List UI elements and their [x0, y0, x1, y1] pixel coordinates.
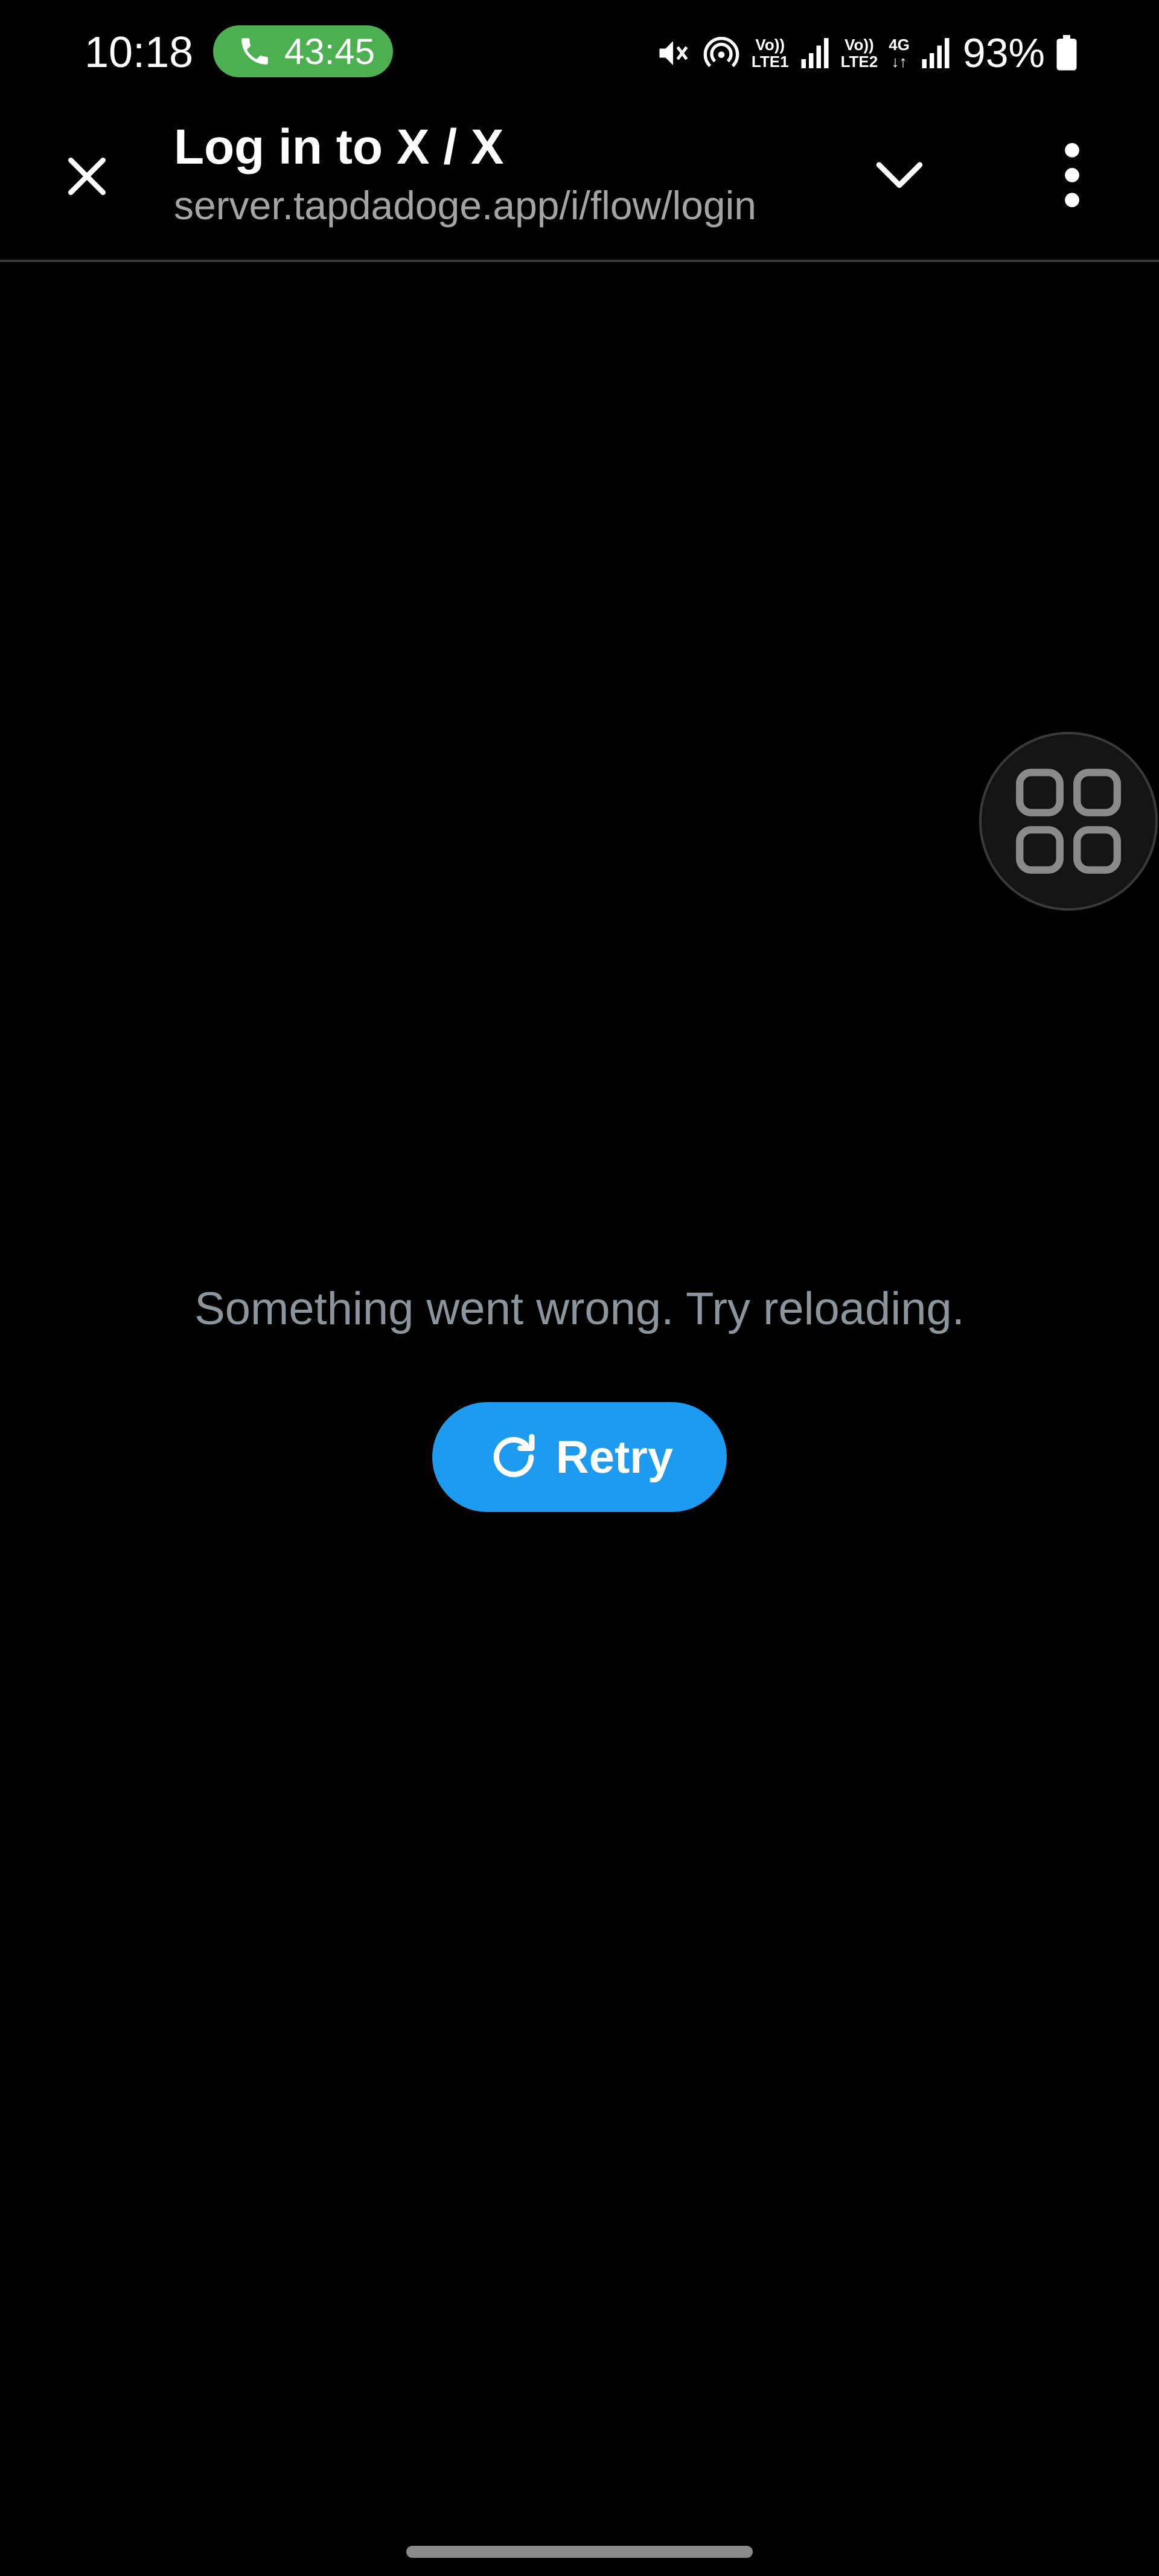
error-message: Something went wrong. Try reloading. [194, 1283, 965, 1334]
hotspot-icon [703, 36, 739, 68]
battery-icon [1056, 35, 1077, 71]
network-1-label: Vo)) LTE1 [751, 36, 789, 71]
battery-percent: 93% [962, 30, 1045, 76]
more-options-button[interactable] [1036, 133, 1108, 217]
status-icons: Vo)) LTE1 Vo)) LTE2 4G ↓↑ 93% [644, 23, 1078, 83]
signal-icon [801, 38, 829, 68]
data-arrows-icon: ↓↑ [891, 53, 907, 71]
status-time: 10:18 [85, 28, 194, 77]
close-button[interactable] [56, 145, 118, 208]
network-2-label: Vo)) LTE2 [840, 36, 878, 71]
expand-button[interactable] [863, 138, 936, 210]
page-title: Log in to X / X [174, 120, 504, 175]
mute-icon [659, 41, 688, 65]
page-url[interactable]: server.tapdadoge.app/i/flow/login [174, 180, 756, 231]
ongoing-call-pill[interactable]: 43:45 [213, 25, 393, 77]
grid-icon [1016, 769, 1121, 874]
data-type-label: 4G ↓↑ [889, 36, 910, 71]
call-duration: 43:45 [284, 31, 375, 72]
close-icon [68, 158, 106, 195]
floating-apps-button[interactable] [979, 732, 1158, 911]
more-vert-icon [1065, 143, 1079, 208]
retry-label: Retry [555, 1431, 674, 1483]
signal-icon [922, 38, 950, 68]
phone-icon [241, 38, 268, 65]
refresh-icon [493, 1434, 535, 1478]
status-bar: 10:18 43:45 Vo)) LTE1 Vo)) LTE2 4G ↓↑ 93… [0, 0, 1159, 103]
chevron-down-icon [876, 162, 923, 188]
retry-button[interactable]: Retry [432, 1402, 727, 1512]
home-indicator[interactable] [406, 2546, 753, 2558]
browser-toolbar: Log in to X / X server.tapdadoge.app/i/f… [0, 103, 1159, 262]
